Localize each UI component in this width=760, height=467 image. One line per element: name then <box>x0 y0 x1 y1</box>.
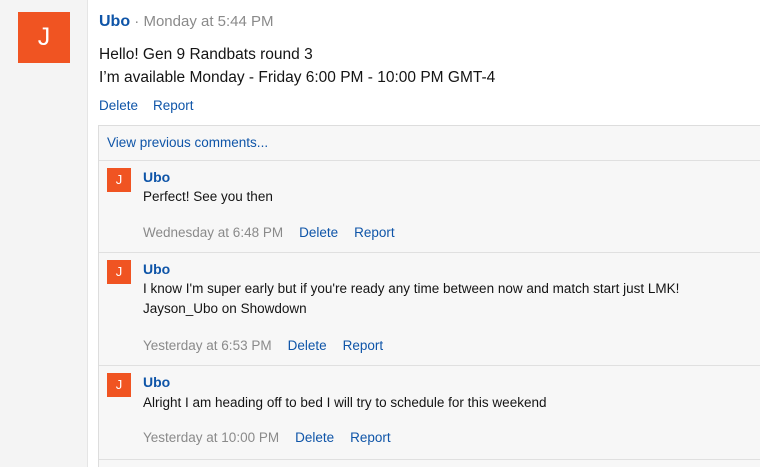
comment-author-link[interactable]: Ubo <box>143 261 170 277</box>
comment-report-link[interactable]: Report <box>343 338 384 353</box>
comment-text-line: Alright I am heading off to bed I will t… <box>143 395 547 410</box>
post-author-link[interactable]: Ubo <box>99 13 130 30</box>
left-gutter <box>0 0 88 467</box>
comment-report-link[interactable]: Report <box>350 430 391 445</box>
post-body-line: I’m available Monday - Friday 6:00 PM - … <box>99 69 496 86</box>
comment-item: J Ubo Alright I am heading off to bed I … <box>99 366 760 458</box>
comment-footer: Wednesday at 6:48 PM Delete Report <box>143 225 395 240</box>
comment-timestamp[interactable]: Wednesday at 6:48 PM <box>143 225 283 240</box>
comment-footer: Yesterday at 6:53 PM Delete Report <box>143 338 383 353</box>
comment-avatar[interactable]: J <box>107 168 131 192</box>
post-timestamp[interactable]: Monday at 5:44 PM <box>143 13 273 30</box>
comment-avatar[interactable]: J <box>107 260 131 284</box>
view-previous-comments-link[interactable]: View previous comments... <box>107 135 268 150</box>
comment-item: J Ubo I know I'm super early but if you'… <box>99 253 760 365</box>
comment-text: Alright I am heading off to bed I will t… <box>143 393 546 413</box>
comment-item: J Ubo Perfect! See you then Wednesday at… <box>99 161 760 253</box>
post-header: Ubo · Monday at 5:44 PM <box>99 13 274 31</box>
post-delete-link[interactable]: Delete <box>99 98 138 113</box>
comment-avatar[interactable]: J <box>107 373 131 397</box>
comment-report-link[interactable]: Report <box>354 225 395 240</box>
meta-separator: · <box>134 13 140 30</box>
comment-text-line: Perfect! See you then <box>143 189 273 204</box>
post-actions: Delete Report <box>99 98 194 113</box>
comment-author-link[interactable]: Ubo <box>143 374 170 390</box>
post-body: Hello! Gen 9 Randbats round 3 I’m availa… <box>99 43 495 89</box>
avatar[interactable]: J <box>18 12 70 63</box>
comment-delete-link[interactable]: Delete <box>299 225 338 240</box>
comment-delete-link[interactable]: Delete <box>295 430 334 445</box>
comment-timestamp[interactable]: Yesterday at 10:00 PM <box>143 430 279 445</box>
comment-delete-link[interactable]: Delete <box>288 338 327 353</box>
comment-text-line: I know I'm super early but if you're rea… <box>143 281 680 296</box>
comment-author-link[interactable]: Ubo <box>143 169 170 185</box>
comment-text-line: Jayson_Ubo on Showdown <box>143 301 307 316</box>
comment-footer: Yesterday at 10:00 PM Delete Report <box>143 430 391 445</box>
divider <box>99 459 760 460</box>
comment-text: I know I'm super early but if you're rea… <box>143 279 679 319</box>
comments-section: View previous comments... J Ubo Perfect!… <box>98 125 760 467</box>
post-body-line: Hello! Gen 9 Randbats round 3 <box>99 46 313 63</box>
post-report-link[interactable]: Report <box>153 98 194 113</box>
comment-text: Perfect! See you then <box>143 187 273 207</box>
comment-timestamp[interactable]: Yesterday at 6:53 PM <box>143 338 272 353</box>
profile-post-page: J Ubo · Monday at 5:44 PM Hello! Gen 9 R… <box>0 0 760 467</box>
